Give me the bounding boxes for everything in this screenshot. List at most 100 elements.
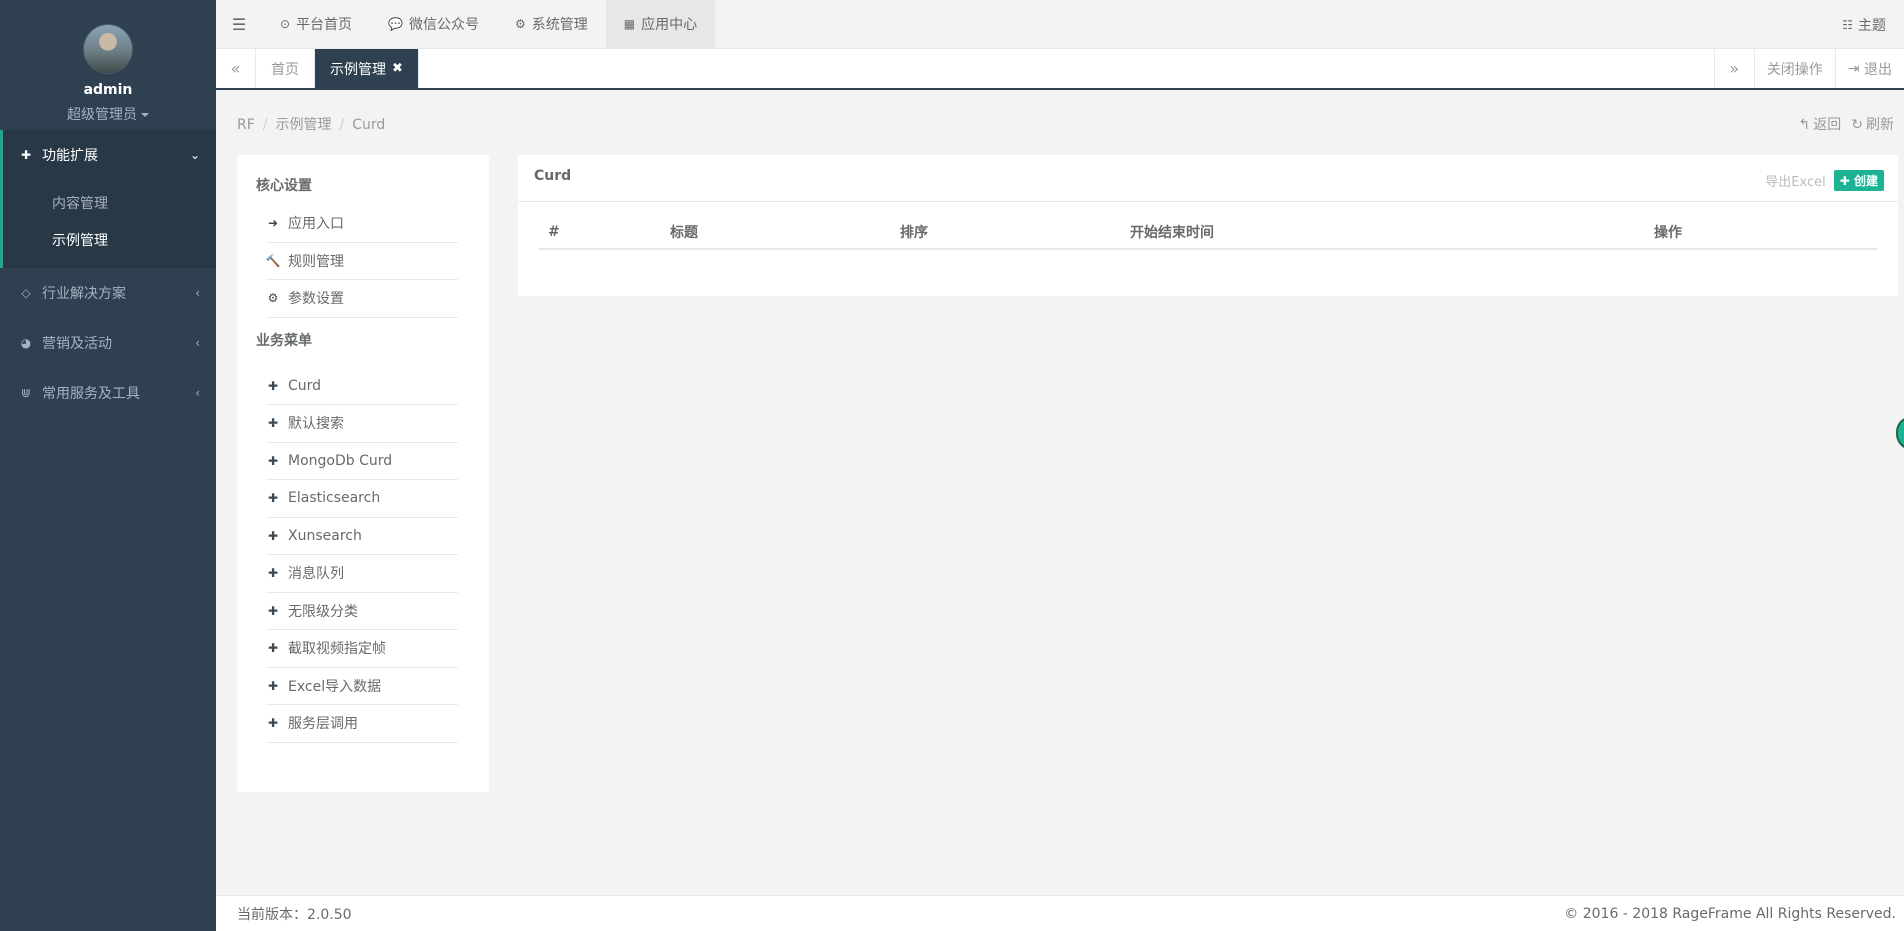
menu-item-label: Curd [288,377,322,394]
tab-home[interactable]: 首页 [256,49,315,88]
top-menu-home[interactable]: ⊙ 平台首页 [262,0,370,49]
puzzle-icon: ✚ [267,491,279,506]
chevron-down-icon: ⌄ [189,148,200,162]
menu-item-excel-import[interactable]: ✚ Excel导入数据 [266,668,458,705]
avatar[interactable] [83,24,133,74]
nav-item-label: 常用服务及工具 [42,386,140,402]
menu-toggle-icon[interactable]: ☰ [216,0,262,49]
circle-dot-icon: ⊙ [280,17,291,31]
column-header-sort: 排序 [891,222,1121,250]
profile-role-dropdown[interactable]: 超级管理员 [0,104,216,124]
table-header-row: # 标题 排序 开始结束时间 操作 [539,222,1877,250]
magnet-icon: ⋓ [20,386,32,400]
arrow-circle-right-icon: ➜ [267,216,279,231]
panel-title: Curd [534,168,572,184]
business-menu-title: 业务菜单 [256,332,312,349]
tasks-icon: ☷ [1842,17,1853,32]
top-menu-apps[interactable]: ▦ 应用中心 [605,0,716,49]
chevron-left-icon: ‹ [195,336,200,350]
menu-item-message-queue[interactable]: ✚ 消息队列 [266,555,458,593]
core-menu-list: ➜ 应用入口 🔨 规则管理 ⚙ 参数设置 [266,205,458,318]
cog-icon: ⚙ [267,291,279,306]
refresh-button[interactable]: ↻ 刷新 [1851,114,1894,134]
menu-item-mongodb-curd[interactable]: ✚ MongoDb Curd [266,443,458,480]
back-label: 返回 [1813,117,1842,133]
footer: 当前版本：2.0.50 © 2016 - 2018 RageFrame All … [216,895,1904,931]
caret-down-icon [141,113,149,117]
breadcrumb: RF / 示例管理 / Curd [237,117,386,133]
cogs-icon: ⚙ [515,17,526,31]
top-menu-system[interactable]: ⚙ 系统管理 [497,0,606,49]
menu-item-label: Elasticsearch [288,490,381,507]
column-header-title: 标题 [661,222,891,250]
copyright-text: © 2016 - 2018 RageFrame All Rights Reser… [1564,905,1896,922]
top-menu-label: 应用中心 [641,17,698,33]
puzzle-icon: ✚ [267,716,279,731]
tab-label: 示例管理 [330,61,386,78]
chevron-left-icon: ‹ [195,286,200,300]
puzzle-icon: ✚ [267,603,279,618]
menu-item-default-search[interactable]: ✚ 默认搜索 [266,405,458,443]
menu-item-rules[interactable]: 🔨 规则管理 [265,243,458,280]
puzzle-icon: ✚ [267,641,279,656]
breadcrumb-actions: ↰ 返回 ↻ 刷新 [1799,114,1894,134]
logout-button[interactable]: ⇥ 退出 [1834,49,1904,88]
export-excel-link[interactable]: 导出Excel [1765,171,1825,190]
module-menu-panel: 核心设置 ➜ 应用入口 🔨 规则管理 ⚙ 参数设置 业务菜单 ✚ Curd ✚ 默认搜索 … [237,155,489,792]
tab-bar: « 首页 示例管理 ✖ » 关闭操作 ⇥ 退出 [216,49,1904,90]
column-header-time-range: 开始结束时间 [1121,222,1645,250]
curd-panel: Curd 导出Excel ✚ 创建 # 标题 排序 开始结束时间 操作 [518,155,1898,296]
tab-examples[interactable]: 示例管理 ✖ [315,49,419,88]
nav-item-tools[interactable]: ⋓ 常用服务及工具 ‹ [0,368,216,418]
menu-item-service-call[interactable]: ✚ 服务层调用 [266,705,458,743]
reply-icon: ↰ [1798,117,1811,133]
logout-label: 退出 [1864,61,1892,78]
breadcrumb-item[interactable]: RF [237,117,255,133]
panel-tools: 导出Excel ✚ 创建 [1765,170,1884,191]
theme-button[interactable]: ☷ 主题 [1842,0,1886,49]
menu-item-app-entry[interactable]: ➜ 应用入口 [266,205,458,243]
nav-item-industry[interactable]: ◇ 行业解决方案 ‹ [0,268,216,318]
nav-item-marketing[interactable]: ◕ 营销及活动 ‹ [0,318,216,368]
menu-item-label: 参数设置 [288,291,344,308]
menu-item-infinite-category[interactable]: ✚ 无限级分类 [266,593,458,630]
menu-item-params[interactable]: ⚙ 参数设置 [266,280,458,318]
close-tabs-dropdown[interactable]: 关闭操作 [1753,49,1835,88]
refresh-label: 刷新 [1866,117,1894,133]
data-table: # 标题 排序 开始结束时间 操作 [539,222,1877,250]
menu-item-xunsearch[interactable]: ✚ Xunsearch [266,518,458,555]
top-menu-wechat[interactable]: 💬 微信公众号 [370,0,497,49]
tab-bar-right: » 关闭操作 ⇥ 退出 [1713,49,1904,88]
nav-group-extensions: ✚ 功能扩展 ⌄ 内容管理 示例管理 [0,130,216,268]
close-icon[interactable]: ✖ [392,61,403,76]
nav-item-extensions[interactable]: ✚ 功能扩展 ⌄ [0,130,216,180]
tab-scroll-right-icon[interactable]: » [1713,49,1754,88]
sub-item-examples[interactable]: 示例管理 [3,221,216,258]
top-menu-label: 微信公众号 [409,17,480,33]
profile-name: admin [83,82,133,98]
menu-item-curd[interactable]: ✚ Curd [266,368,458,405]
puzzle-icon: ✚ [267,378,279,393]
menu-item-label: 服务层调用 [288,716,358,733]
core-settings-title: 核心设置 [256,178,312,194]
menu-item-elasticsearch[interactable]: ✚ Elasticsearch [266,480,458,518]
puzzle-icon: ✚ [267,566,279,581]
menu-item-video-frame[interactable]: ✚ 截取视频指定帧 [266,630,458,668]
menu-item-label: 截取视频指定帧 [288,641,386,658]
breadcrumb-item[interactable]: 示例管理 [276,117,332,133]
puzzle-icon: ✚ [267,528,279,543]
breadcrumb-item-current: Curd [352,117,386,133]
create-button[interactable]: ✚ 创建 [1833,170,1884,191]
nav-item-label: 行业解决方案 [42,286,126,302]
nav-submenu: 内容管理 示例管理 [0,180,216,268]
dashboard-icon: ◕ [20,336,32,350]
floating-chat-button[interactable] [1896,416,1904,450]
gavel-icon: 🔨 [265,253,281,268]
grid-icon: ▦ [623,17,636,31]
diamond-icon: ◇ [21,286,31,300]
tab-scroll-left-icon[interactable]: « [216,49,256,88]
sub-item-content[interactable]: 内容管理 [3,184,216,221]
menu-item-label: 消息队列 [288,566,344,583]
back-button[interactable]: ↰ 返回 [1799,114,1842,134]
plus-icon: ✚ [1839,174,1850,188]
